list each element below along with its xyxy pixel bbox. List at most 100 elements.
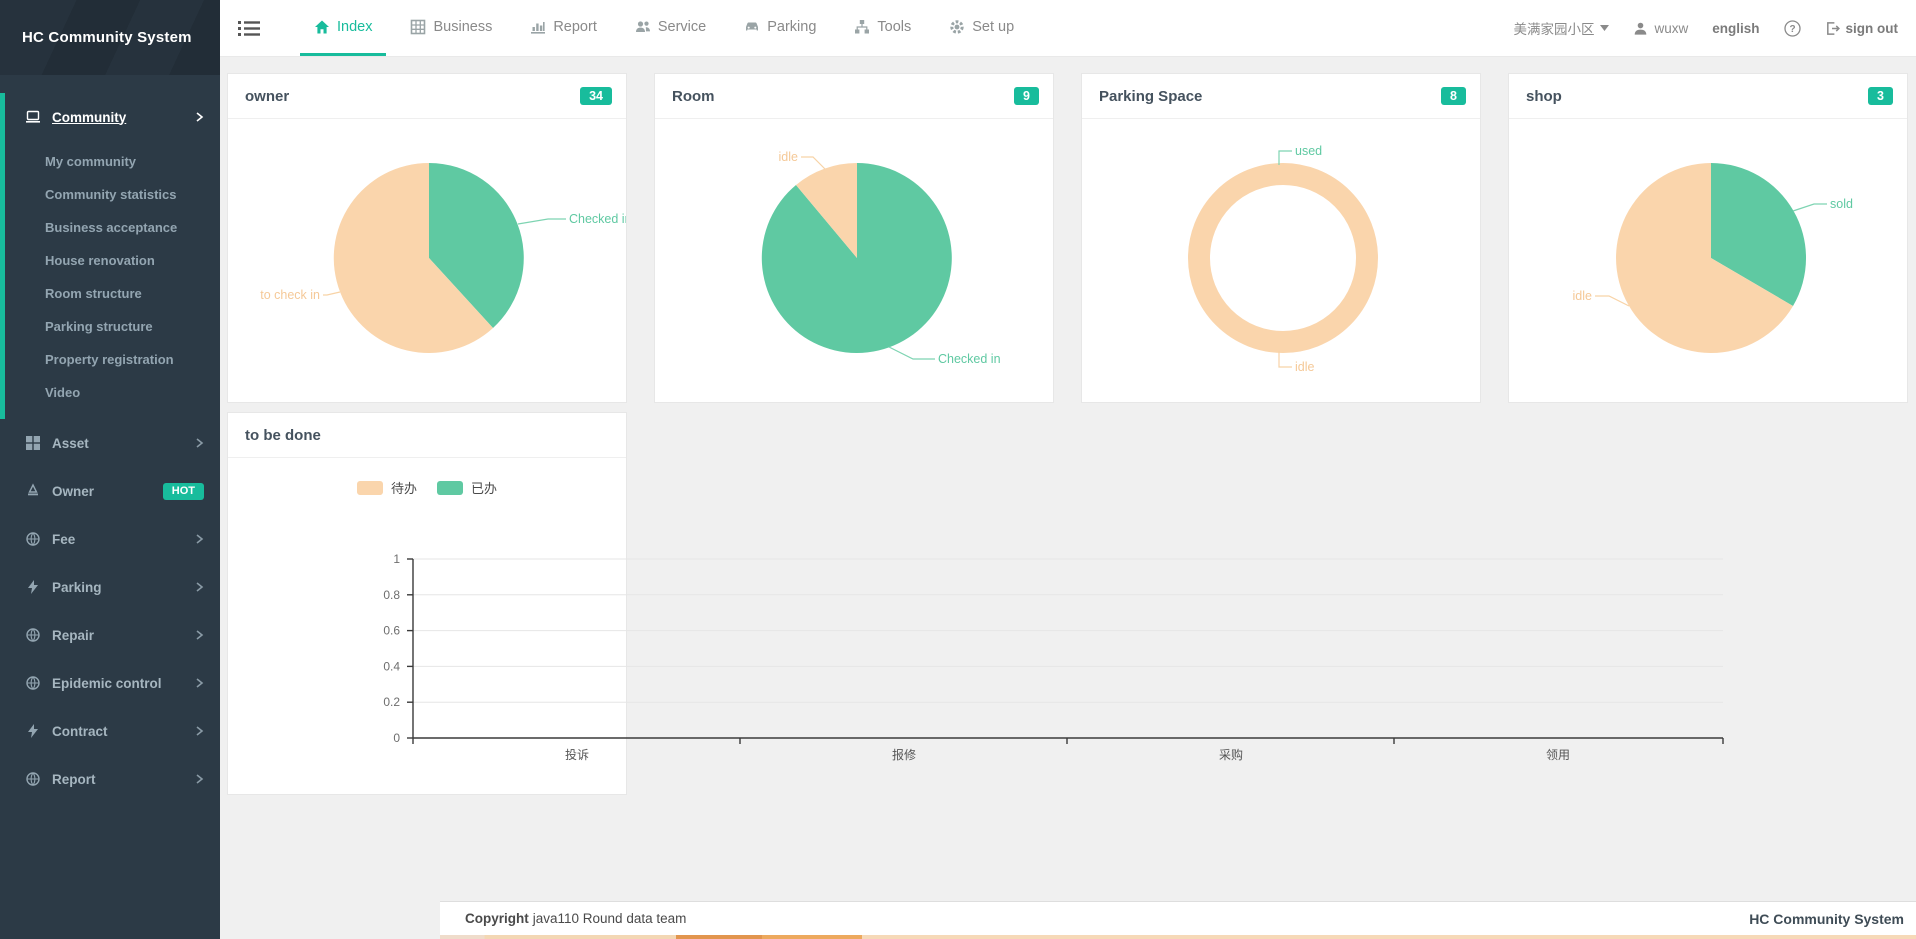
sidebar-item-community[interactable]: Community	[5, 93, 220, 141]
sidebar-menu: Community My community Community statist…	[0, 75, 220, 803]
donut-ring-idle	[1199, 174, 1367, 342]
stat-cards-row: owner 34 Checked in to check in Room 9	[220, 57, 1916, 403]
slice-label: sold	[1830, 197, 1853, 211]
count-badge: 34	[580, 87, 612, 106]
tab-service[interactable]: Service	[621, 0, 720, 56]
sidebar-item-report[interactable]: Report	[5, 755, 220, 803]
legend-item-pending[interactable]: 待办	[357, 478, 417, 497]
card-header: Room 9	[655, 74, 1053, 119]
tab-label: Report	[553, 19, 597, 35]
submenu-label: Property registration	[45, 352, 174, 367]
card-header: owner 34	[228, 74, 626, 119]
copyright-label: Copyright	[465, 911, 529, 926]
count-badge: 3	[1868, 87, 1893, 106]
user-menu[interactable]: wuxw	[1633, 21, 1688, 36]
language-toggle[interactable]: english	[1712, 21, 1759, 36]
slice-label: Checked in	[569, 212, 626, 226]
sidebar-item-label: Contract	[52, 724, 108, 739]
chevron-right-icon	[194, 438, 204, 448]
slice-label: used	[1295, 144, 1322, 158]
community-submenu: My community Community statistics Busine…	[5, 141, 220, 419]
sidebar-item-video[interactable]: Video	[5, 376, 220, 409]
sidebar-item-repair[interactable]: Repair	[5, 611, 220, 659]
submenu-label: Video	[45, 385, 80, 400]
sidebar-item-asset[interactable]: Asset	[5, 419, 220, 467]
chevron-right-icon	[194, 582, 204, 592]
x-category: 报修	[892, 747, 916, 762]
bottom-accent-strip	[440, 935, 1916, 939]
y-tick: 1	[393, 552, 400, 566]
chart-legend: 待办 已办	[228, 458, 626, 497]
footer: Copyright java110 Round data team HC Com…	[440, 901, 1916, 935]
user-icon	[1633, 21, 1648, 36]
room-card: Room 9 idle Checked in	[654, 73, 1054, 403]
top-navbar: Index Business Report Service Parking To…	[220, 0, 1916, 57]
legend-item-done[interactable]: 已办	[437, 478, 497, 497]
community-selector[interactable]: 美满家园小区	[1513, 18, 1609, 38]
tab-business[interactable]: Business	[396, 0, 506, 56]
nav-tabs: Index Business Report Service Parking To…	[300, 0, 1028, 56]
slice-label: idle	[1573, 289, 1593, 303]
submenu-label: Parking structure	[45, 319, 153, 334]
tab-report[interactable]: Report	[516, 0, 611, 56]
sidebar-item-owner[interactable]: Owner HOT	[5, 467, 220, 515]
y-tick: 0.2	[383, 695, 400, 709]
app-title: HC Community System	[22, 29, 192, 46]
submenu-label: Room structure	[45, 286, 142, 301]
sidebar-item-fee[interactable]: Fee	[5, 515, 220, 563]
todo-bar-chart: 待办 已办	[228, 458, 626, 792]
navbar-right: 美满家园小区 wuxw english ? sign out	[1513, 18, 1898, 38]
tab-parking[interactable]: Parking	[730, 0, 830, 56]
count-badge: 8	[1441, 87, 1466, 106]
sidebar-item-epidemic-control[interactable]: Epidemic control	[5, 659, 220, 707]
sidebar-item-my-community[interactable]: My community	[5, 145, 220, 178]
sidebar-item-label: Community	[52, 110, 126, 125]
sidebar-item-house-renovation[interactable]: House renovation	[5, 244, 220, 277]
sidebar-item-contract[interactable]: Contract	[5, 707, 220, 755]
tab-label: Service	[658, 19, 706, 35]
sign-out-button[interactable]: sign out	[1825, 21, 1899, 36]
sidebar-item-parking-structure[interactable]: Parking structure	[5, 310, 220, 343]
sidebar-item-community-statistics[interactable]: Community statistics	[5, 178, 220, 211]
sidebar-item-business-acceptance[interactable]: Business acceptance	[5, 211, 220, 244]
sitemap-icon	[854, 19, 870, 35]
tab-label: Set up	[972, 19, 1014, 35]
owner-card: owner 34 Checked in to check in	[227, 73, 627, 403]
chevron-right-icon	[194, 726, 204, 736]
bolt-icon	[25, 579, 41, 595]
help-button[interactable]: ?	[1784, 20, 1801, 37]
sidebar-item-property-registration[interactable]: Property registration	[5, 343, 220, 376]
card-title: Parking Space	[1099, 88, 1202, 105]
legend-swatch-orange	[357, 481, 383, 495]
home-icon	[314, 19, 330, 35]
tab-tools[interactable]: Tools	[840, 0, 925, 56]
sidebar-toggle-icon[interactable]	[238, 20, 260, 37]
label-connector	[323, 292, 340, 295]
chevron-right-icon	[194, 774, 204, 784]
slice-label: Checked in	[938, 352, 1001, 366]
label-connector	[801, 157, 825, 169]
tab-index[interactable]: Index	[300, 0, 386, 56]
sidebar-item-parking[interactable]: Parking	[5, 563, 220, 611]
count-badge: 9	[1014, 87, 1039, 106]
card-title: owner	[245, 88, 289, 105]
card-header: shop 3	[1509, 74, 1907, 119]
footer-brand: HC Community System	[1749, 911, 1904, 927]
sidebar-item-label: Report	[52, 772, 96, 787]
label-connector	[889, 347, 935, 359]
users-icon	[635, 19, 651, 35]
room-pie-chart: idle Checked in	[655, 119, 1053, 407]
sidebar-item-room-structure[interactable]: Room structure	[5, 277, 220, 310]
tab-set-up[interactable]: Set up	[935, 0, 1028, 56]
copyright-text: java110 Round data team	[533, 911, 687, 926]
gear-icon	[949, 19, 965, 35]
sidebar-item-label: Owner	[52, 484, 94, 499]
x-category: 投诉	[565, 747, 589, 762]
app-logo: HC Community System	[0, 0, 220, 75]
username: wuxw	[1654, 21, 1688, 36]
label-connector	[1595, 296, 1629, 306]
grid-icon	[25, 435, 41, 451]
x-category: 采购	[1219, 747, 1243, 762]
sidebar-item-label: Asset	[52, 436, 89, 451]
slice-label: idle	[1295, 360, 1315, 374]
